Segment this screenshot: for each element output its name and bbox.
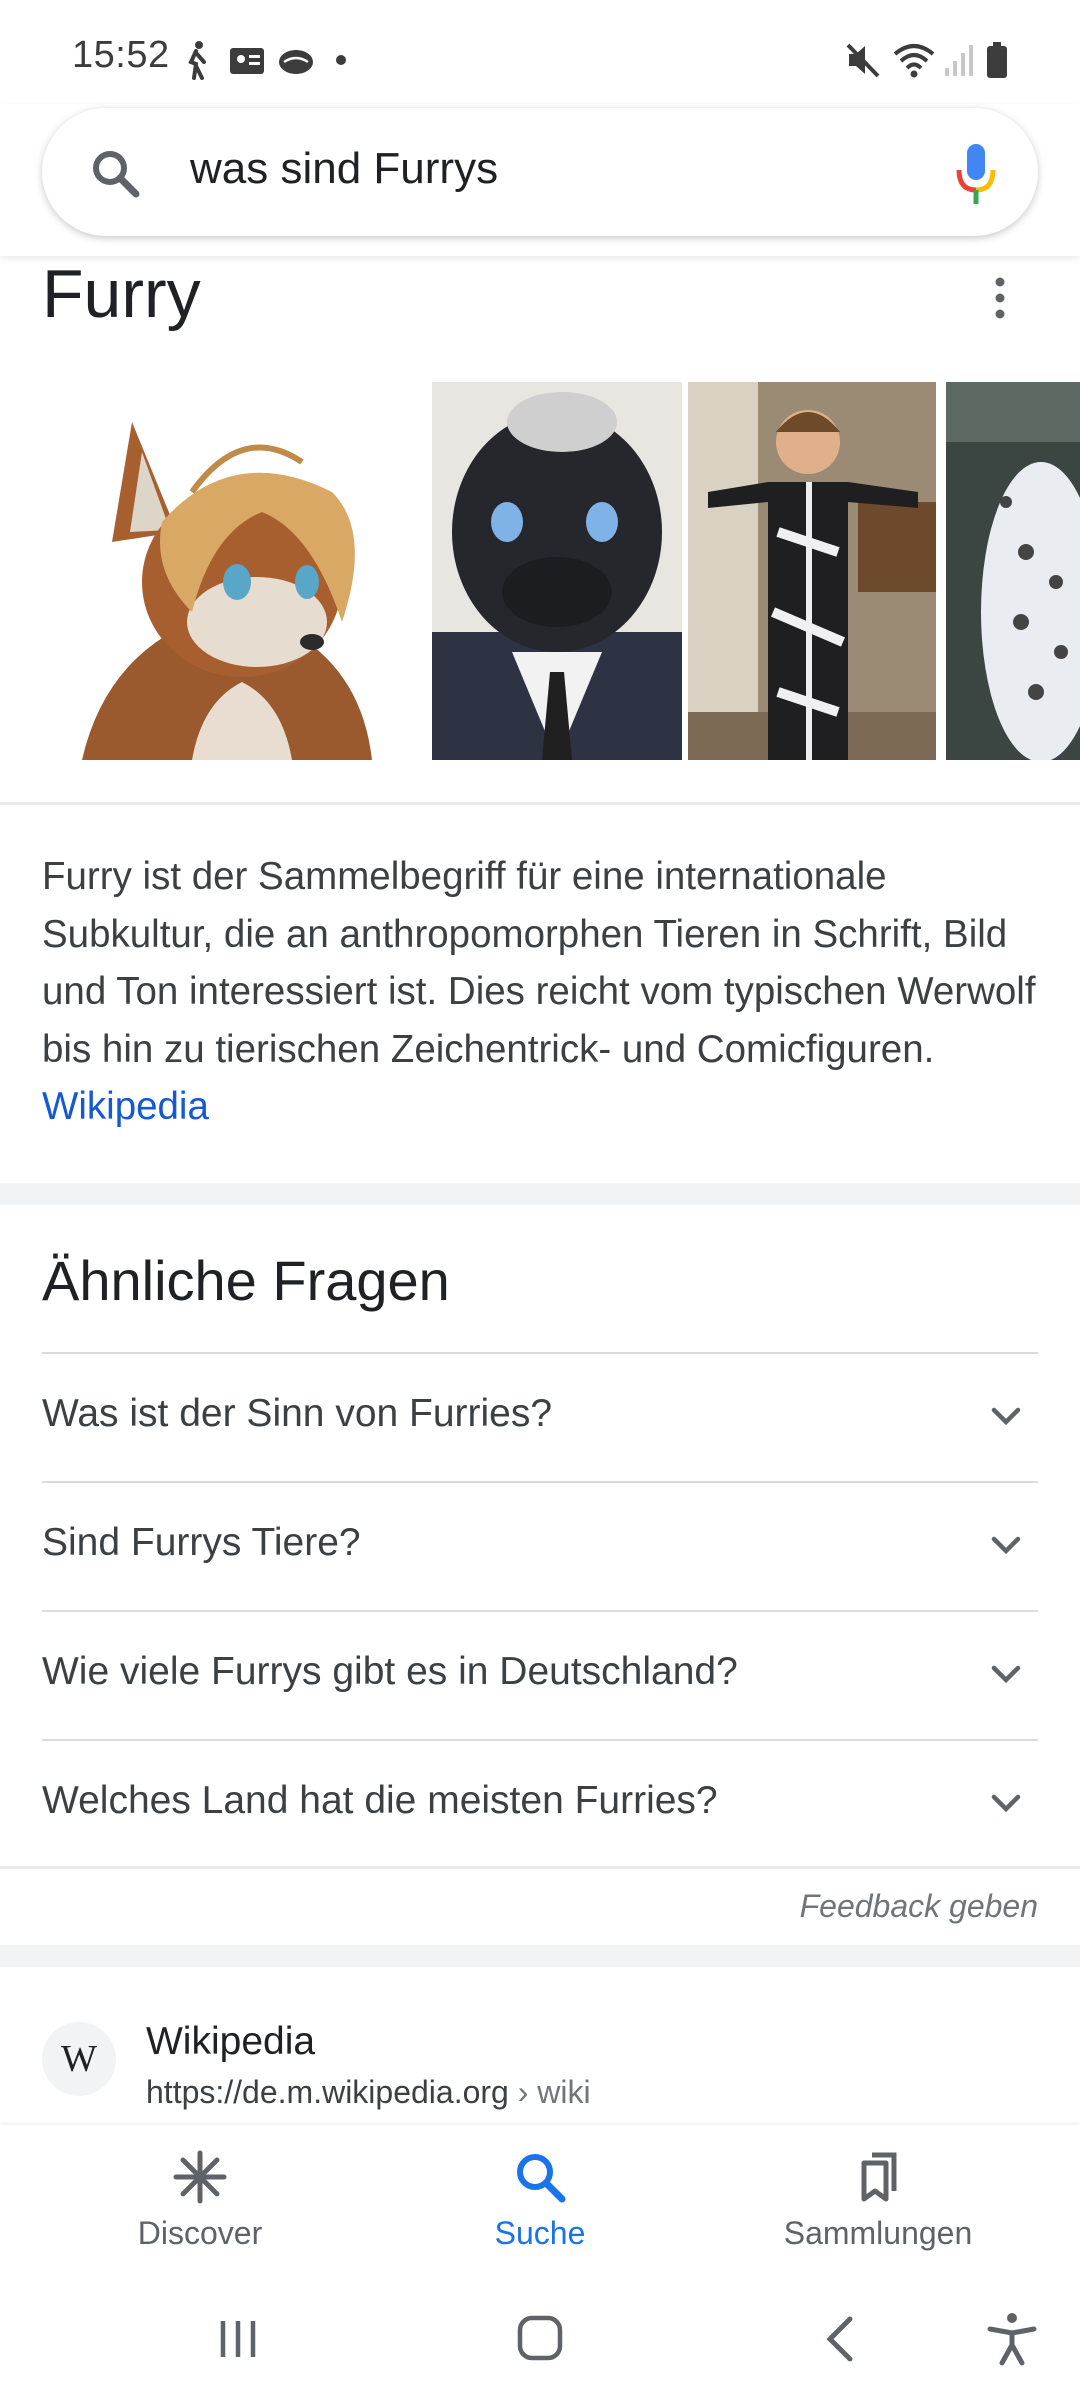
- divider: [0, 802, 1080, 805]
- search-bar[interactable]: was sind Furrys: [42, 108, 1038, 236]
- chevron-down-icon[interactable]: [988, 1785, 1024, 1821]
- home-icon[interactable]: [510, 2311, 570, 2367]
- image-black-fursuit-head[interactable]: [432, 382, 682, 760]
- chevron-down-icon[interactable]: [988, 1656, 1024, 1692]
- search-icon: [517, 2154, 566, 2203]
- divider: [0, 1866, 1080, 1869]
- bookmarks-icon: [861, 2152, 897, 2202]
- chevron-down-icon[interactable]: [988, 1527, 1024, 1563]
- cloud-icon: [279, 50, 313, 74]
- mute-icon: [846, 43, 880, 78]
- more-vert-icon[interactable]: [985, 275, 1015, 321]
- search-header: was sind Furrys: [0, 104, 1080, 256]
- knowledge-panel-description: Furry ist der Sammelbegriff für eine int…: [42, 848, 1042, 1136]
- result-url-breadcrumb: › wiki: [508, 2074, 591, 2110]
- status-bar: 15:52: [0, 0, 1080, 110]
- recents-icon[interactable]: [208, 2311, 268, 2367]
- related-question-item[interactable]: Was ist der Sinn von Furries?: [42, 1352, 1038, 1480]
- question-text: Sind Furrys Tiere?: [42, 1521, 361, 1564]
- bottom-navigation: Discover Suche Sammlungen: [0, 2125, 1080, 2275]
- accessibility-icon[interactable]: [982, 2311, 1042, 2367]
- nav-label: Sammlungen: [783, 2215, 973, 2251]
- result-url-domain: https://de.m.wikipedia.org: [146, 2074, 509, 2110]
- image-furry-fox-drawing[interactable]: [42, 382, 420, 760]
- image-carousel[interactable]: [0, 382, 1080, 760]
- back-icon[interactable]: [812, 2311, 872, 2367]
- description-text: Furry ist der Sammelbegriff für eine int…: [42, 855, 1036, 1071]
- wikipedia-logo: W: [42, 2022, 116, 2096]
- mic-icon[interactable]: [954, 142, 998, 206]
- asterisk-icon: [173, 2150, 227, 2204]
- section-separator: [0, 1945, 1080, 1967]
- wikipedia-link[interactable]: Wikipedia: [42, 1085, 209, 1128]
- section-separator: [0, 1183, 1080, 1205]
- walking-icon: [188, 41, 206, 80]
- nav-label: Discover: [137, 2215, 263, 2251]
- dot-icon: [336, 55, 346, 65]
- question-text: Was ist der Sinn von Furries?: [42, 1392, 553, 1435]
- result-url: https://de.m.wikipedia.org › wiki: [146, 2074, 591, 2111]
- result-site-name[interactable]: Wikipedia: [146, 2020, 315, 2064]
- question-text: Wie viele Furrys gibt es in Deutschland?: [42, 1650, 738, 1693]
- search-icon[interactable]: [90, 148, 140, 198]
- status-time: 15:52: [72, 34, 170, 76]
- system-navigation-bar: [0, 2275, 1080, 2400]
- chevron-down-icon[interactable]: [988, 1398, 1024, 1434]
- question-text: Welches Land hat die meisten Furries?: [42, 1779, 718, 1822]
- battery-icon: [987, 42, 1007, 78]
- image-person-in-suit[interactable]: [688, 382, 936, 760]
- signal-icon: [945, 45, 973, 76]
- feedback-link[interactable]: Feedback geben: [800, 1888, 1038, 1925]
- related-questions-title: Ähnliche Fragen: [42, 1249, 450, 1312]
- image-snow-leopard-fursuit[interactable]: [946, 382, 1080, 760]
- nav-search[interactable]: Suche: [410, 2149, 670, 2269]
- related-question-item[interactable]: Sind Furrys Tiere?: [42, 1481, 1038, 1609]
- nav-collections[interactable]: Sammlungen: [748, 2149, 1008, 2269]
- related-question-item[interactable]: Wie viele Furrys gibt es in Deutschland?: [42, 1610, 1038, 1738]
- search-result[interactable]: W Wikipedia https://de.m.wikipedia.org ›…: [0, 1970, 1080, 2130]
- nav-discover[interactable]: Discover: [70, 2149, 330, 2269]
- related-question-item[interactable]: Welches Land hat die meisten Furries?: [42, 1739, 1038, 1867]
- wifi-icon: [893, 44, 935, 78]
- nav-label: Suche: [494, 2215, 586, 2251]
- contact-card-icon: [230, 48, 264, 74]
- knowledge-panel-title: Furry: [42, 256, 201, 332]
- search-input[interactable]: was sind Furrys: [190, 144, 498, 194]
